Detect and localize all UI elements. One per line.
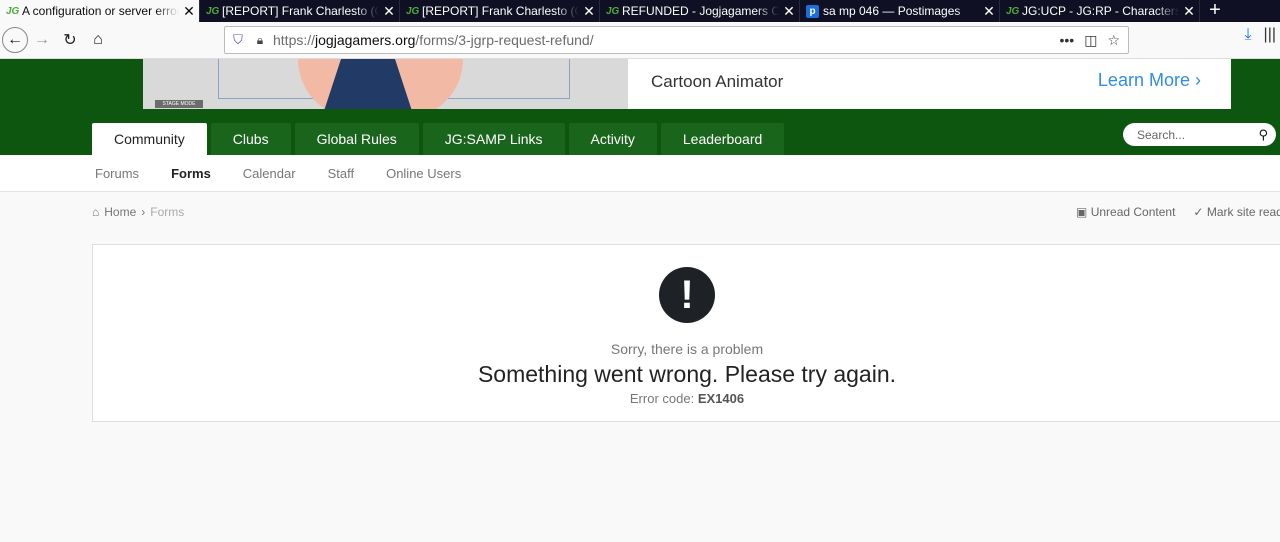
reload-icon[interactable]: ↻ — [56, 26, 84, 54]
close-tab-icon[interactable]: ✕ — [1179, 3, 1199, 20]
back-icon[interactable]: ← — [2, 27, 28, 53]
ad-image: STAGE MODE — [143, 59, 628, 109]
mark-site-read-link[interactable]: ✓ Mark site read — [1193, 205, 1280, 219]
tab-title: A configuration or server error — [22, 4, 179, 18]
home-icon[interactable]: ⌂ — [92, 205, 99, 219]
browser-tab-4[interactable]: JG REFUNDED - Jogjagamers Com ✕ — [600, 0, 800, 22]
search-placeholder: Search... — [1137, 127, 1186, 142]
tab-title: REFUNDED - Jogjagamers Com — [622, 4, 779, 18]
browser-tab-strip: JG A configuration or server error ✕ JG … — [0, 0, 1280, 22]
close-tab-icon[interactable]: ✕ — [779, 3, 799, 20]
jg-favicon-icon: JG — [6, 5, 20, 17]
ad-title: Cartoon Animator — [651, 72, 784, 91]
main-nav: Community Clubs Global Rules JG:SAMP Lin… — [92, 123, 785, 155]
forward-icon[interactable]: → — [28, 26, 56, 54]
url-text[interactable]: https://jogjagamers.org/forms/3-jgrp-req… — [269, 32, 1059, 48]
new-tab-button[interactable]: + — [1200, 0, 1230, 22]
pocket-icon[interactable]: ◫ — [1084, 32, 1097, 49]
tab-title: [REPORT] Frank Charlesto (Car — [422, 4, 579, 18]
tab-title: sa mp 046 — Postimages — [823, 4, 961, 18]
page-actions-icon[interactable]: ••• — [1059, 32, 1074, 49]
browser-tab-5[interactable]: p sa mp 046 — Postimages ✕ — [800, 0, 1000, 22]
advertisement-banner[interactable]: STAGE MODE Cartoon Animator Learn More › — [143, 59, 1231, 109]
browser-tab-3[interactable]: JG [REPORT] Frank Charlesto (Car ✕ — [400, 0, 600, 22]
subnav-forums[interactable]: Forums — [95, 166, 139, 181]
browser-tab-2[interactable]: JG [REPORT] Frank Charlesto (Car ✕ — [200, 0, 400, 22]
bookmark-star-icon[interactable]: ☆ — [1107, 32, 1120, 49]
close-tab-icon[interactable]: ✕ — [579, 3, 599, 20]
jg-favicon-icon: JG — [406, 5, 420, 17]
breadcrumb: ⌂ Home › Forms — [92, 205, 184, 219]
search-input[interactable]: Search... ⚲ — [1123, 123, 1276, 146]
nav-tab-community[interactable]: Community — [92, 123, 207, 155]
jg-favicon-icon: JG — [206, 5, 220, 17]
tab-title: [REPORT] Frank Charlesto (Car — [222, 4, 379, 18]
stage-mode-label: STAGE MODE — [155, 100, 203, 108]
sub-nav: Forums Forms Calendar Staff Online Users — [0, 155, 1280, 192]
nav-tab-leaderboard[interactable]: Leaderboard — [660, 123, 785, 155]
error-message: Something went wrong. Please try again. — [477, 361, 897, 387]
browser-tab-6[interactable]: JG JG:UCP - JG:RP - Characters ✕ — [1000, 0, 1200, 22]
breadcrumb-tools: ▣ Unread Content ✓ Mark site read — [1076, 205, 1280, 219]
search-icon[interactable]: ⚲ — [1258, 127, 1268, 143]
subnav-online-users[interactable]: Online Users — [386, 166, 461, 181]
nav-tab-clubs[interactable]: Clubs — [210, 123, 291, 155]
error-code: Error code: EX1406 — [629, 391, 745, 406]
close-tab-icon[interactable]: ✕ — [179, 3, 199, 20]
nav-tab-global-rules[interactable]: Global Rules — [294, 123, 419, 155]
downloads-icon[interactable]: ⤓ — [1244, 26, 1251, 44]
chevron-right-icon: › — [141, 205, 146, 219]
nav-tab-jgsamp-links[interactable]: JG:SAMP Links — [422, 123, 565, 155]
browser-nav-bar: ← → ↻ ⌂ ⛉ 🔒︎ https://jogjagamers.org/for… — [0, 22, 1280, 59]
subnav-staff[interactable]: Staff — [328, 166, 355, 181]
breadcrumb-home[interactable]: Home — [104, 205, 136, 219]
library-icon[interactable]: ||| — [1264, 26, 1276, 44]
site-header: STAGE MODE Cartoon Animator Learn More ›… — [0, 59, 1280, 155]
tracking-shield-icon[interactable]: ⛉ — [225, 32, 251, 48]
error-code-value: EX1406 — [697, 391, 745, 406]
breadcrumb-current: Forms — [150, 205, 185, 219]
checkmark-icon: ✓ — [1193, 205, 1204, 219]
exclamation-icon: ! — [659, 267, 715, 323]
subnav-forms[interactable]: Forms — [171, 166, 211, 181]
ad-learn-more-link[interactable]: Learn More › — [1098, 70, 1201, 91]
subnav-calendar[interactable]: Calendar — [243, 166, 296, 181]
unread-icon: ▣ — [1076, 205, 1088, 219]
unread-content-link[interactable]: ▣ Unread Content — [1076, 205, 1175, 219]
browser-tab-1[interactable]: JG A configuration or server error ✕ — [0, 0, 200, 22]
tab-title: JG:UCP - JG:RP - Characters — [1022, 4, 1179, 18]
postimages-favicon-icon: p — [806, 4, 819, 18]
address-bar[interactable]: ⛉ 🔒︎ https://jogjagamers.org/forms/3-jgr… — [224, 26, 1129, 54]
nav-tab-activity[interactable]: Activity — [568, 123, 657, 155]
error-panel: ! Sorry, there is a problem Something we… — [92, 244, 1280, 422]
error-sorry-text: Sorry, there is a problem — [610, 341, 764, 357]
jg-favicon-icon: JG — [606, 5, 620, 17]
home-icon[interactable]: ⌂ — [84, 26, 112, 54]
close-tab-icon[interactable]: ✕ — [979, 3, 999, 20]
lock-icon[interactable]: 🔒︎ — [251, 33, 269, 48]
chevron-right-icon: › — [1195, 70, 1201, 90]
jg-favicon-icon: JG — [1006, 5, 1020, 17]
close-tab-icon[interactable]: ✕ — [379, 3, 399, 20]
